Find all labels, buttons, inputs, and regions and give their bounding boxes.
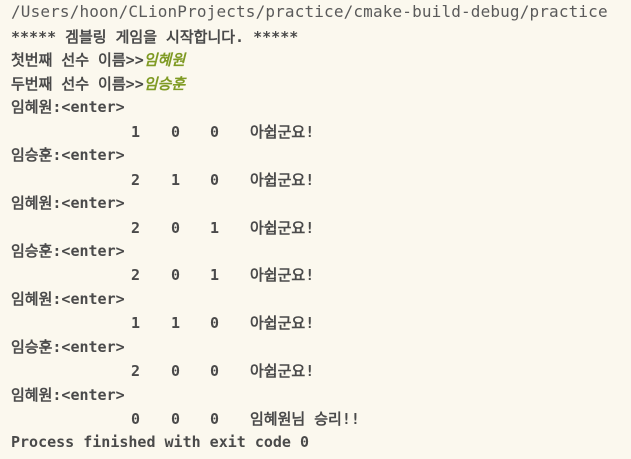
die-value: 1	[131, 314, 141, 332]
die-value: 0	[210, 123, 220, 141]
turn-prompt: 임혜원:<enter>	[11, 98, 125, 116]
die-value: 1	[131, 123, 141, 141]
die-value: 0	[171, 410, 181, 428]
player2-input: 임승훈	[143, 75, 186, 93]
die-value: 1	[210, 266, 220, 284]
process-exit-message: Process finished with exit code 0	[11, 433, 310, 451]
turn-result: 아쉽군요!	[250, 171, 315, 189]
player2-prompt: 두번째 선수 이름>>	[11, 75, 144, 93]
turn-prompt: 임혜원:<enter>	[11, 386, 125, 404]
die-value: 0	[210, 314, 220, 332]
die-value: 0	[171, 362, 181, 380]
turn-result: 아쉽군요!	[250, 123, 315, 141]
die-value: 1	[210, 219, 220, 237]
die-value: 1	[171, 171, 181, 189]
turn-result: 아쉽군요!	[250, 266, 315, 284]
turn-prompt: 임승훈:<enter>	[11, 146, 125, 164]
player1-prompt: 첫번째 선수 이름>>	[11, 51, 144, 69]
die-value: 0	[171, 266, 181, 284]
turn-result: 아쉽군요!	[250, 314, 315, 332]
turn-prompt: 임혜원:<enter>	[11, 290, 125, 308]
player1-prompt-line: 첫번째 선수 이름>>임혜원	[11, 50, 185, 70]
die-value: 2	[131, 171, 141, 189]
die-value: 0	[210, 362, 220, 380]
die-value: 0	[131, 410, 141, 428]
game-banner: ***** 겜블링 게임을 시작합니다. *****	[11, 28, 299, 46]
die-value: 0	[171, 219, 181, 237]
player2-prompt-line: 두번째 선수 이름>>임승훈	[11, 74, 185, 94]
turn-result: 아쉽군요!	[250, 362, 315, 380]
die-value: 0	[210, 171, 220, 189]
turn-prompt: 임혜원:<enter>	[11, 194, 125, 212]
turn-prompt: 임승훈:<enter>	[11, 242, 125, 260]
run-command-path: /Users/hoon/CLionProjects/practice/cmake…	[11, 2, 608, 21]
die-value: 2	[131, 266, 141, 284]
run-console-output: /Users/hoon/CLionProjects/practice/cmake…	[0, 0, 631, 459]
die-value: 0	[210, 410, 220, 428]
turn-prompt: 임승훈:<enter>	[11, 338, 125, 356]
die-value: 2	[131, 219, 141, 237]
die-value: 2	[131, 362, 141, 380]
player1-input: 임혜원	[143, 51, 186, 69]
turn-result: 아쉽군요!	[250, 219, 315, 237]
die-value: 0	[171, 123, 181, 141]
winner-message: 임혜원님 승리!!	[250, 410, 360, 428]
die-value: 1	[171, 314, 181, 332]
